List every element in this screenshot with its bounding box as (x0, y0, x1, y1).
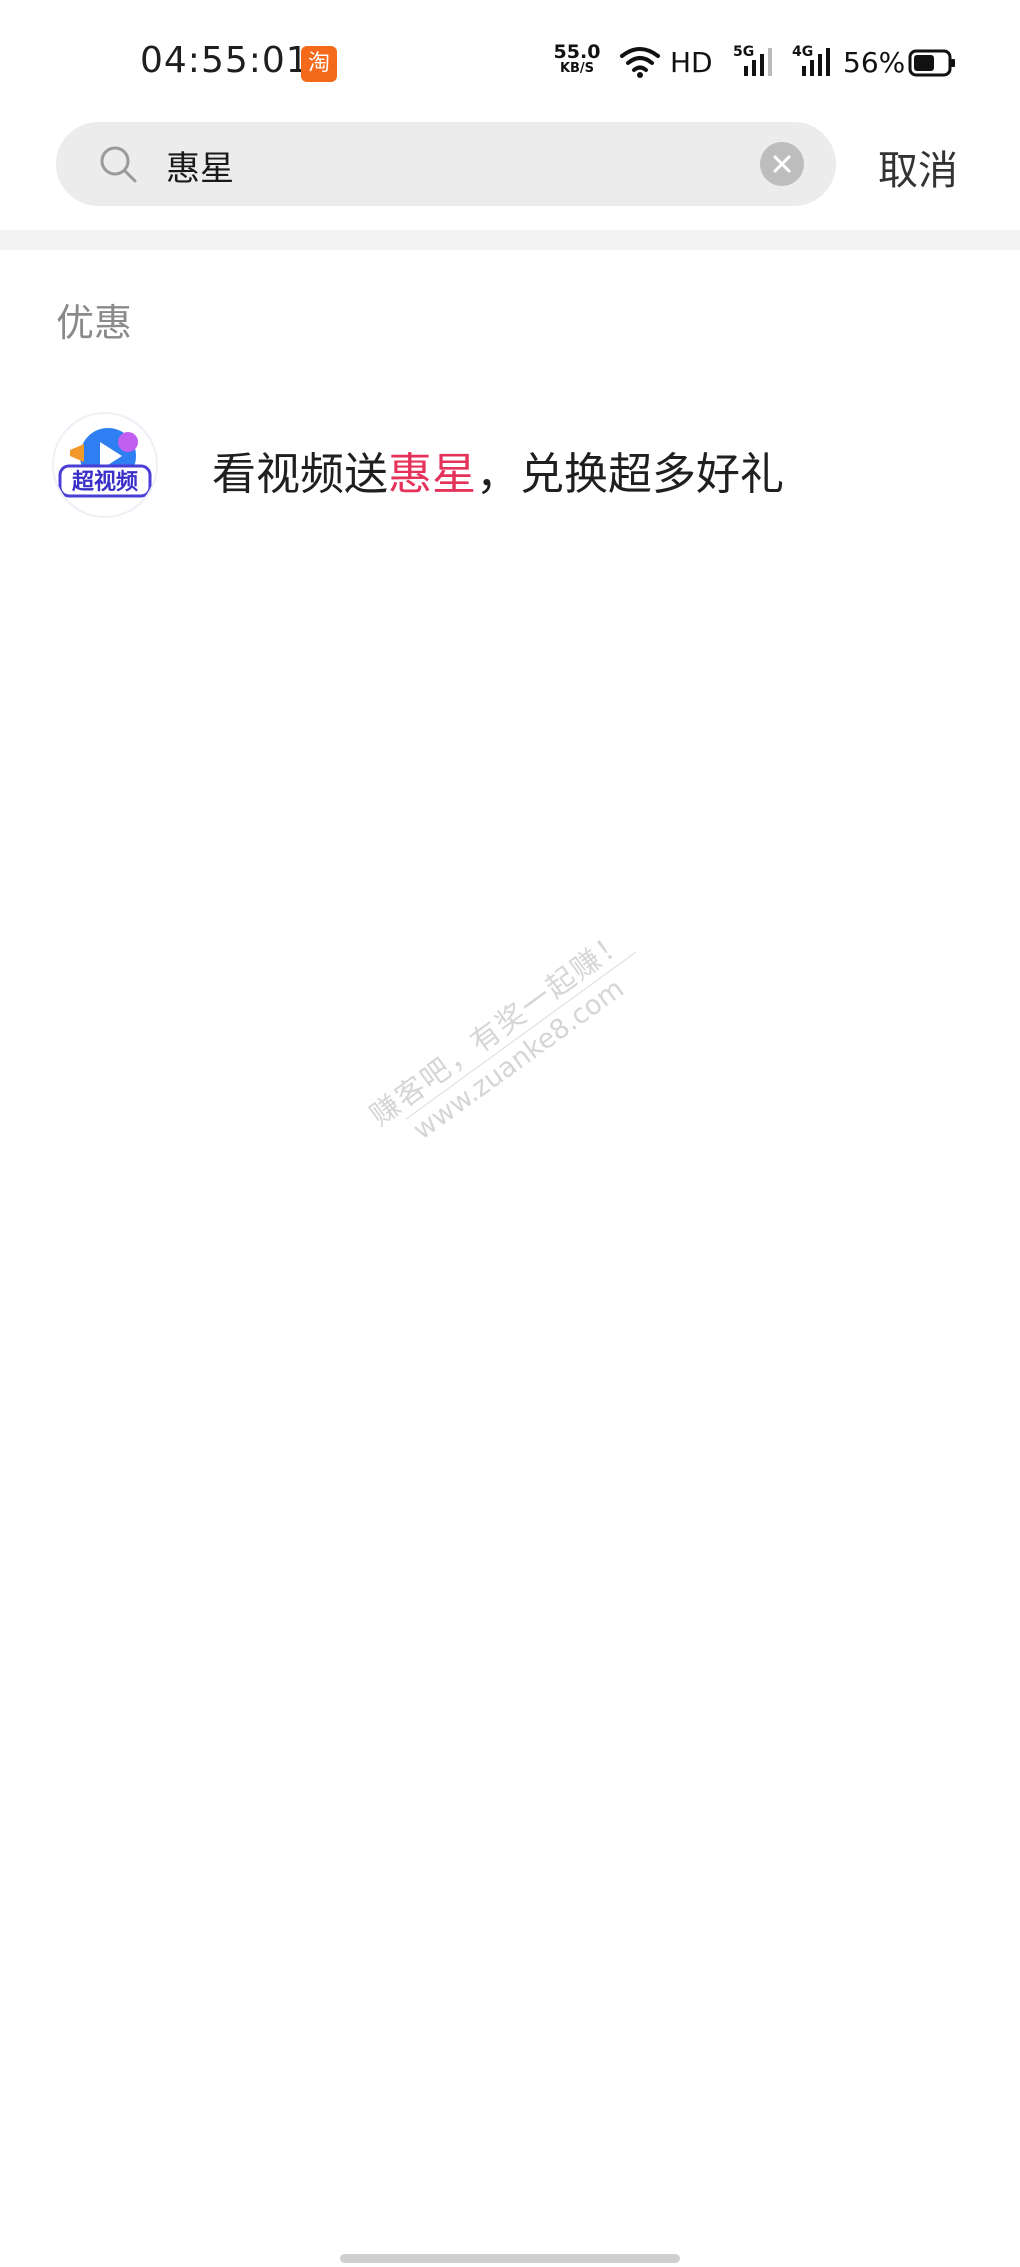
home-indicator[interactable] (340, 2254, 680, 2263)
result-text-after: ，兑换超多好礼 (476, 449, 784, 500)
watermark: 赚客吧，有奖一起赚！ www.zuanke8.com (360, 918, 656, 1162)
network-speed-value: 55.0 (553, 41, 601, 63)
cancel-button[interactable]: 取消 (878, 138, 958, 196)
network-speed-unit: KB/S (559, 61, 595, 76)
status-time: 04:55:01 (140, 40, 310, 81)
signal-5g-icon (744, 48, 772, 76)
section-title-discounts: 优惠 (56, 301, 133, 345)
result-text-before: 看视频送 (212, 449, 388, 500)
video-app-logo-icon: 超视频 (54, 414, 156, 516)
clear-search-button[interactable] (760, 142, 804, 186)
watermark-line1: 赚客吧，有奖一起赚！ (363, 922, 635, 1133)
battery-percent: 56% (843, 46, 906, 79)
wifi-icon (620, 47, 660, 78)
network-speed: 55.0 KB/S (552, 42, 602, 76)
app-logo-text: 超视频 (72, 469, 138, 495)
search-input[interactable] (164, 136, 728, 194)
battery-icon (908, 49, 955, 77)
signal-4g-icon (802, 48, 830, 76)
result-title: 看视频送惠星，兑换超多好礼 (212, 438, 784, 502)
search-icon (100, 146, 137, 183)
status-bar: 04:55:01 淘 55.0 KB/S HD 5G 4G 56% (0, 0, 1020, 120)
search-result-item[interactable]: 超视频 看视频送惠星，兑换超多好礼 (0, 406, 1020, 526)
hd-voice-label: HD (670, 46, 713, 79)
search-bar[interactable] (56, 122, 836, 206)
taobao-icon: 淘 (301, 46, 337, 82)
section-divider (0, 230, 1020, 250)
close-icon (773, 155, 791, 173)
result-text-highlight: 惠星 (388, 449, 476, 500)
